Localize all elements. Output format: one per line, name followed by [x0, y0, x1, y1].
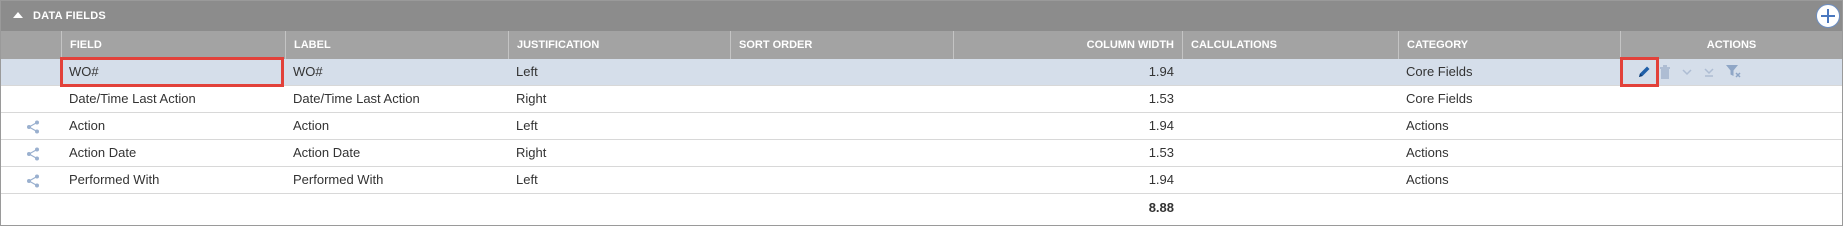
table-row[interactable]: Performed With Performed With Left 1.94 … [1, 167, 1842, 194]
category-cell: Actions [1406, 145, 1449, 160]
justification-cell: Right [516, 145, 547, 160]
field-cell: Action [69, 118, 106, 133]
category-cell: Actions [1406, 118, 1449, 133]
panel-header: DATA FIELDS [1, 1, 1842, 31]
field-highlight-box [60, 57, 284, 87]
sort-order-cell [730, 167, 953, 193]
column-header-category[interactable]: CATEGORY [1398, 31, 1620, 59]
table-row[interactable]: Action Date Action Date Right 1.53 Actio… [1, 140, 1842, 167]
chevron-down-icon[interactable] [1681, 68, 1693, 76]
filter-icon[interactable] [1725, 64, 1741, 78]
calculations-cell [1182, 113, 1398, 139]
plus-icon [1821, 9, 1835, 23]
calculations-cell [1182, 59, 1398, 85]
justification-cell: Left [516, 64, 538, 79]
column-header-field[interactable]: FIELD [61, 31, 285, 59]
column-header-justification[interactable]: JUSTIFICATION [508, 31, 730, 59]
calculations-cell [1182, 167, 1398, 193]
column-header-actions: ACTIONS [1620, 31, 1842, 59]
field-cell: Date/Time Last Action [69, 91, 196, 106]
column-header-sort-order[interactable]: SORT ORDER [730, 31, 953, 59]
justification-cell: Right [516, 91, 547, 106]
column-width-cell: 1.53 [1148, 145, 1174, 160]
total-column-width: 8.88 [1148, 200, 1174, 215]
justification-cell: Left [516, 172, 538, 187]
column-width-cell: 1.53 [1148, 91, 1174, 106]
category-cell: Actions [1406, 172, 1449, 187]
field-cell: Performed With [69, 172, 160, 187]
column-header-row: FIELD LABEL JUSTIFICATION SORT ORDER COL… [1, 31, 1842, 59]
column-width-cell: 1.94 [1148, 118, 1174, 133]
column-header-calculations[interactable]: CALCULATIONS [1182, 31, 1398, 59]
column-header-handle [1, 31, 61, 59]
calculations-cell [1182, 86, 1398, 112]
edit-highlight-box [1620, 57, 1659, 87]
add-field-button[interactable] [1816, 4, 1840, 28]
category-cell: Core Fields [1406, 91, 1473, 106]
column-header-label[interactable]: LABEL [285, 31, 508, 59]
column-width-cell: 1.94 [1148, 64, 1174, 79]
sort-order-cell [730, 113, 953, 139]
label-cell: Performed With [293, 172, 384, 187]
sort-order-cell [730, 86, 953, 112]
move-to-bottom-icon[interactable] [1703, 66, 1715, 78]
trash-icon[interactable] [1659, 65, 1671, 79]
data-fields-panel: DATA FIELDS FIELD LABEL JUSTIFICATION SO… [0, 0, 1843, 226]
share-icon[interactable] [26, 147, 40, 161]
column-header-column-width[interactable]: COLUMN WIDTH [953, 31, 1182, 59]
field-cell: Action Date [69, 145, 137, 160]
sort-order-cell [730, 59, 953, 85]
justification-cell: Left [516, 118, 538, 133]
table-row[interactable]: Date/Time Last Action Date/Time Last Act… [1, 86, 1842, 113]
label-cell: Date/Time Last Action [293, 91, 420, 106]
label-cell: Action Date [293, 145, 361, 160]
collapse-triangle-icon[interactable] [13, 12, 23, 18]
calculations-cell [1182, 140, 1398, 166]
label-cell: Action [293, 118, 330, 133]
category-cell: Core Fields [1406, 64, 1473, 79]
share-icon[interactable] [26, 174, 40, 188]
sort-order-cell [730, 140, 953, 166]
share-icon[interactable] [26, 120, 40, 134]
table-row[interactable]: Action Action Left 1.94 Actions [1, 113, 1842, 140]
column-width-cell: 1.94 [1148, 172, 1174, 187]
panel-title: DATA FIELDS [33, 10, 106, 22]
label-cell: WO# [293, 64, 323, 79]
